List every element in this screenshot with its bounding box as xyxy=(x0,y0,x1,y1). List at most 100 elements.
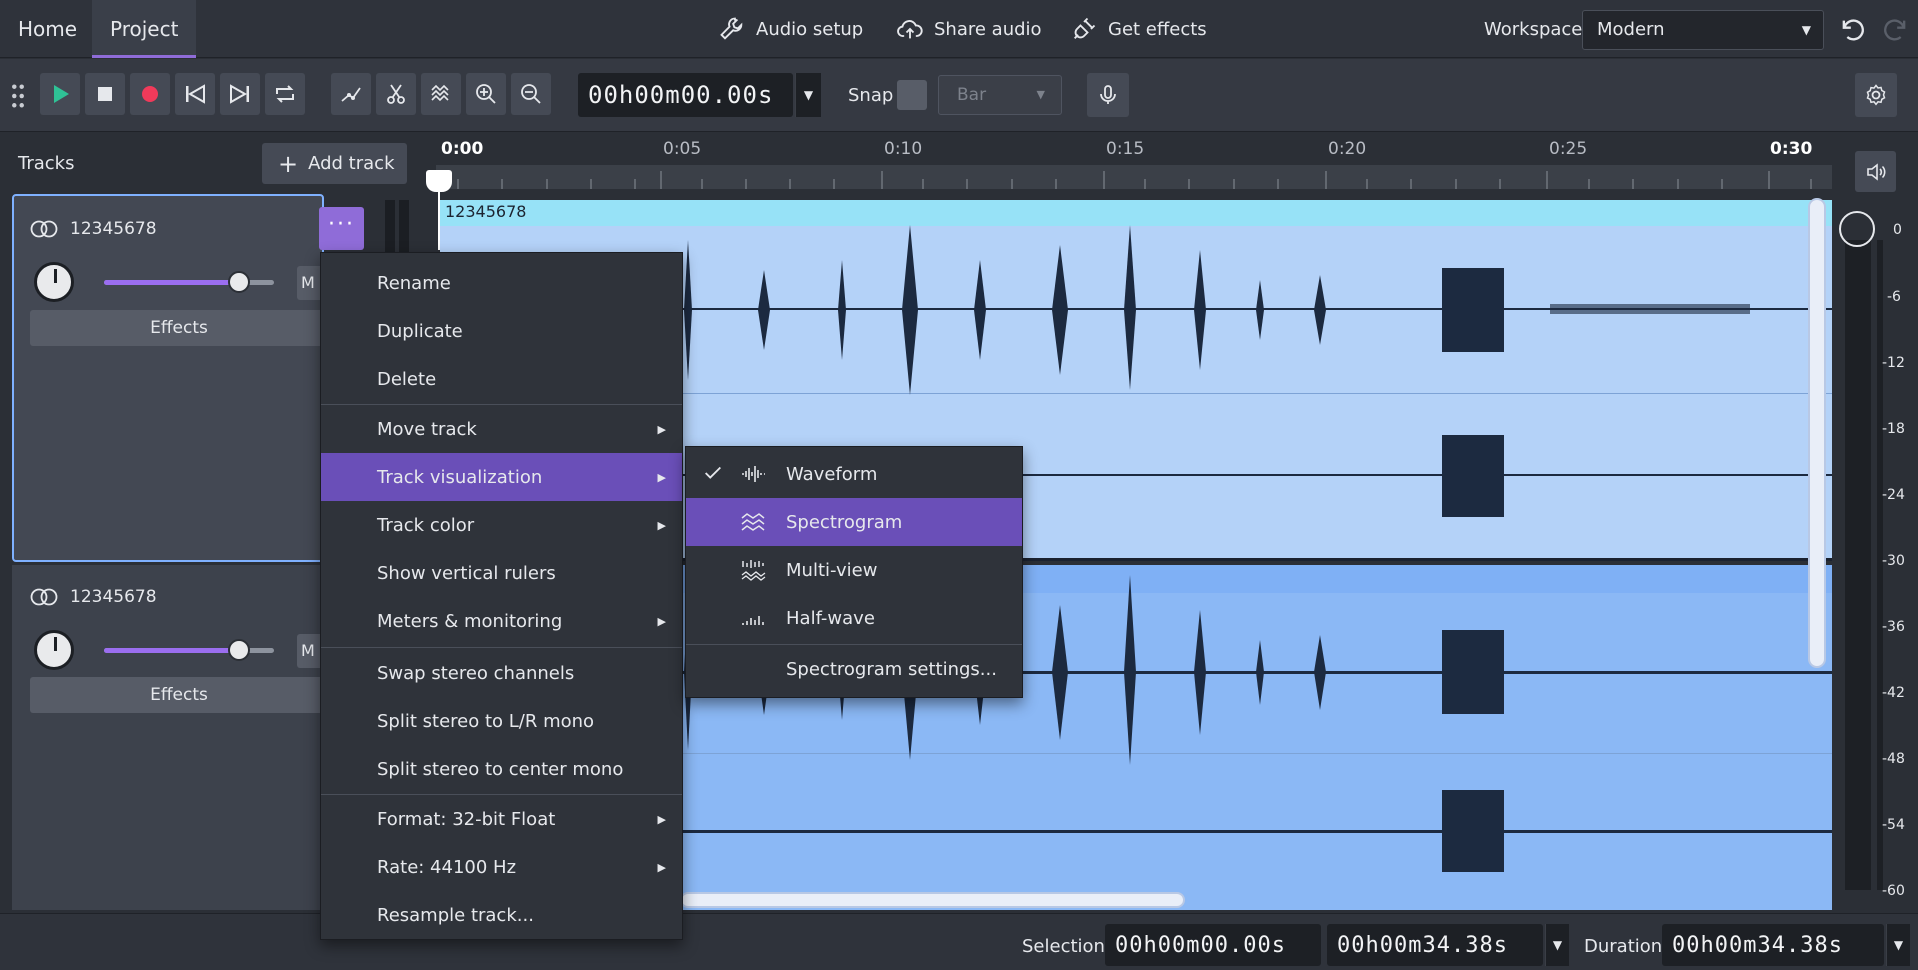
effects-button[interactable]: Effects xyxy=(30,310,328,346)
submenu-label: Spectrogram xyxy=(786,511,903,533)
gain-slider[interactable] xyxy=(104,639,274,661)
wrench-icon xyxy=(720,17,743,40)
skip-to-start-button[interactable] xyxy=(175,73,215,115)
menu-item-duplicate[interactable]: Duplicate xyxy=(321,307,682,355)
menu-item-meters-monitoring[interactable]: Meters & monitoring ▶ xyxy=(321,597,682,645)
selection-end-timecode[interactable]: 00h00m34.38s xyxy=(1327,924,1543,966)
menu-item-delete[interactable]: Delete xyxy=(321,355,682,403)
master-meter xyxy=(1845,240,1871,890)
snap-checkbox[interactable] xyxy=(897,80,927,110)
add-track-button[interactable]: + Add track xyxy=(262,143,407,184)
chevron-right-icon: ▶ xyxy=(657,812,666,826)
menu-item-swap-stereo[interactable]: Swap stereo channels xyxy=(321,649,682,697)
submenu-label: Spectrogram settings... xyxy=(786,658,997,680)
multi-view-icon xyxy=(741,560,766,581)
duration-format-dropdown[interactable]: ▼ xyxy=(1886,924,1910,966)
duration-timecode[interactable]: 00h00m34.38s xyxy=(1662,924,1884,966)
chevron-down-icon: ▼ xyxy=(1801,23,1811,37)
get-effects-button[interactable]: Get effects xyxy=(1070,0,1207,58)
zoom-out-button[interactable] xyxy=(511,73,551,115)
undo-icon[interactable] xyxy=(1838,16,1866,44)
clip-title: 12345678 xyxy=(445,202,527,221)
skip-back-icon xyxy=(186,84,205,104)
record-icon xyxy=(142,86,158,102)
menu-item-split-lr[interactable]: Split stereo to L/R mono xyxy=(321,697,682,745)
menu-item-track-visualization[interactable]: Track visualization ▶ xyxy=(321,453,682,501)
checkmark-icon xyxy=(705,466,721,479)
selection-start-timecode[interactable]: 00h00m00.00s xyxy=(1105,924,1321,966)
selection-format-dropdown[interactable]: ▼ xyxy=(1545,924,1569,966)
effects-button[interactable]: Effects xyxy=(30,677,328,713)
playhead-handle[interactable] xyxy=(426,170,452,192)
submenu-item-spectrogram[interactable]: Spectrogram xyxy=(686,498,1022,546)
record-meter-button[interactable] xyxy=(1087,73,1129,117)
tab-project[interactable]: Project xyxy=(92,0,197,58)
menu-item-label: Format: 32-bit Float xyxy=(377,808,556,830)
track-name[interactable]: 12345678 xyxy=(70,219,157,239)
track-menu-button[interactable]: ··· xyxy=(319,207,364,250)
playhead-line xyxy=(438,190,440,250)
submenu-item-multi-view[interactable]: Multi-view xyxy=(686,546,1022,594)
horizontal-scrollbar[interactable] xyxy=(680,892,1185,908)
submenu-item-half-wave[interactable]: Half-wave xyxy=(686,594,1022,642)
track-header-2[interactable] xyxy=(12,565,324,910)
record-button[interactable] xyxy=(130,73,170,115)
stop-icon xyxy=(98,87,112,101)
skip-to-end-button[interactable] xyxy=(220,73,260,115)
share-audio-button[interactable]: Share audio xyxy=(896,0,1042,58)
menu-item-split-center[interactable]: Split stereo to center mono xyxy=(321,745,682,793)
menu-item-format[interactable]: Format: 32-bit Float ▶ xyxy=(321,795,682,843)
ruler-label: 0:10 xyxy=(884,139,923,159)
stereo-icon xyxy=(30,588,58,606)
workspace-select[interactable]: Modern ▼ xyxy=(1582,10,1824,50)
submenu-item-spectrogram-settings[interactable]: Spectrogram settings... xyxy=(686,645,1022,693)
tab-home[interactable]: Home xyxy=(0,0,95,58)
snap-select[interactable]: Bar ▼ xyxy=(938,75,1062,115)
pan-knob[interactable] xyxy=(34,630,74,670)
play-button[interactable] xyxy=(40,73,80,115)
db-label: 0 xyxy=(1893,222,1902,238)
audio-setup-button[interactable]: Audio setup xyxy=(718,0,863,58)
menu-item-show-vertical-rulers[interactable]: Show vertical rulers xyxy=(321,549,682,597)
vertical-scrollbar[interactable] xyxy=(1808,198,1826,668)
zoom-in-icon xyxy=(476,84,496,104)
submenu-label: Waveform xyxy=(786,463,878,485)
drag-handle-icon[interactable] xyxy=(10,83,26,109)
speaker-icon xyxy=(1866,162,1885,181)
ruler-label: 0:20 xyxy=(1328,139,1367,159)
microphone-icon xyxy=(1100,85,1116,104)
duration-label: Duration xyxy=(1584,936,1663,957)
playback-timecode[interactable]: 00h00m00.00s xyxy=(578,73,793,117)
db-label: -60 xyxy=(1882,883,1905,899)
loop-button[interactable] xyxy=(265,73,305,115)
menu-item-rename[interactable]: Rename xyxy=(321,259,682,307)
stop-button[interactable] xyxy=(85,73,125,115)
zoom-in-button[interactable] xyxy=(466,73,506,115)
menu-item-label: Move track xyxy=(377,418,477,440)
spectral-tool-button[interactable] xyxy=(421,73,461,115)
menu-item-resample[interactable]: Resample track... xyxy=(321,891,682,939)
settings-button[interactable] xyxy=(1855,73,1897,117)
track-header-1[interactable] xyxy=(12,194,324,562)
loop-icon xyxy=(276,85,294,103)
track-name[interactable]: 12345678 xyxy=(70,587,157,607)
timecode-format-dropdown[interactable]: ▼ xyxy=(795,73,821,117)
workspace-label: Workspace xyxy=(1484,19,1583,40)
menu-item-move-track[interactable]: Move track ▶ xyxy=(321,405,682,453)
play-icon xyxy=(54,85,69,103)
db-label: -54 xyxy=(1882,817,1905,833)
menu-item-rate[interactable]: Rate: 44100 Hz ▶ xyxy=(321,843,682,891)
gain-slider[interactable] xyxy=(104,271,274,293)
master-volume-knob[interactable] xyxy=(1839,211,1875,247)
submenu-item-waveform[interactable]: Waveform xyxy=(686,450,1022,498)
split-tool-button[interactable] xyxy=(376,73,416,115)
pan-knob[interactable] xyxy=(34,262,74,302)
redo-icon[interactable] xyxy=(1882,16,1910,44)
chevron-down-icon: ▼ xyxy=(803,88,814,102)
spectrogram-icon xyxy=(741,513,765,531)
menu-item-track-color[interactable]: Track color ▶ xyxy=(321,501,682,549)
envelope-tool-button[interactable] xyxy=(331,73,371,115)
master-volume-button[interactable] xyxy=(1855,151,1896,192)
menu-item-label: Track visualization xyxy=(377,466,543,488)
chevron-right-icon: ▶ xyxy=(657,470,666,484)
